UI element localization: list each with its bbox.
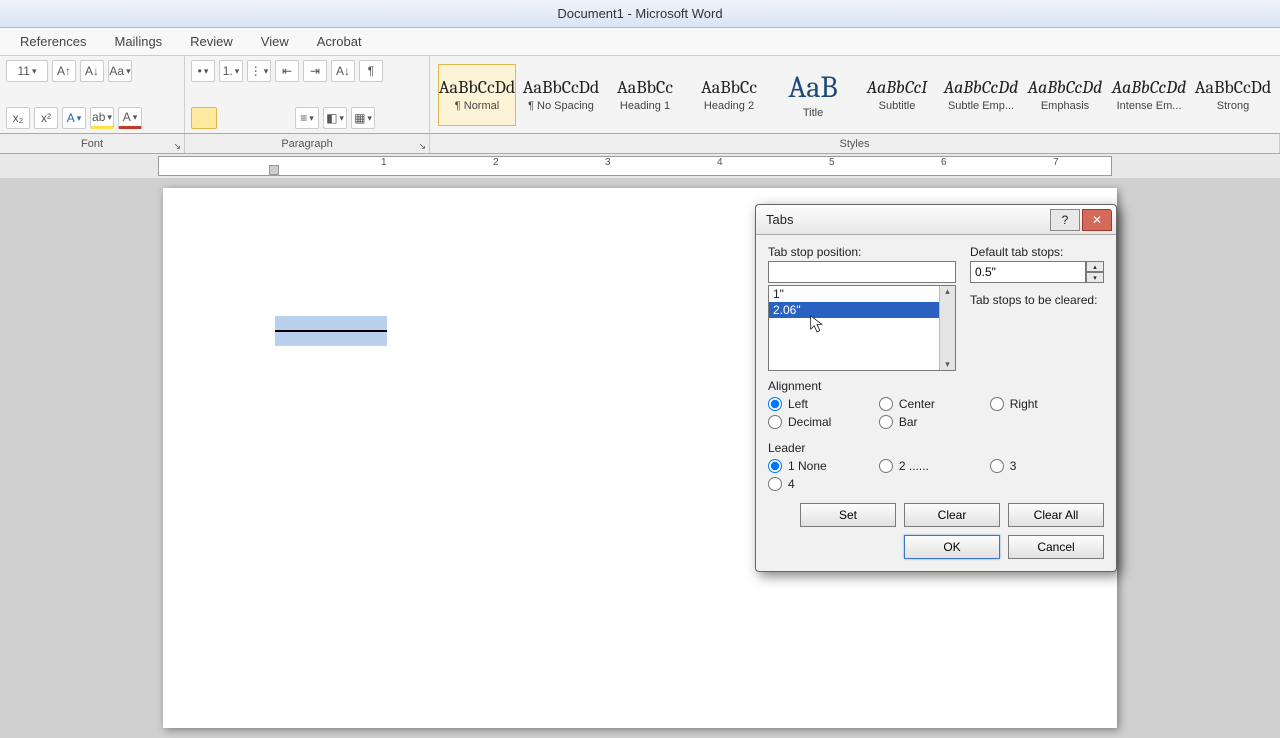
superscript-button[interactable]: x² (34, 107, 58, 129)
group-paragraph: Paragraph↘ (185, 134, 430, 153)
sort-button[interactable]: A↓ (331, 60, 355, 82)
ribbon: 11 A↑ A↓ Aa x₂ x² A ab A • 1. ⋮ ⇤ ⇥ A↓ ¶… (0, 56, 1280, 134)
ruler-tick: 1 (381, 157, 387, 168)
tab-stop-position-input[interactable] (768, 261, 956, 283)
tab-review[interactable]: Review (190, 34, 233, 49)
font-dialog-launcher[interactable]: ↘ (173, 141, 181, 152)
paragraph-dialog-launcher[interactable]: ↘ (418, 141, 426, 152)
borders-button[interactable]: ▦ (351, 107, 375, 129)
style--normal[interactable]: AaBbCcDd¶ Normal (438, 64, 516, 126)
text-effects-button[interactable]: A (62, 107, 86, 129)
ruler-tick: 6 (941, 157, 947, 168)
style-heading-2[interactable]: AaBbCcHeading 2 (690, 64, 768, 126)
tab-stop-position-label: Tab stop position: (768, 245, 956, 259)
leader-2[interactable]: 3 (990, 459, 1101, 473)
leader-label: Leader (768, 441, 1104, 455)
style-strong[interactable]: AaBbCcDdStrong (1194, 64, 1272, 126)
style--no-spacing[interactable]: AaBbCcDd¶ No Spacing (522, 64, 600, 126)
set-button[interactable]: Set (800, 503, 896, 527)
shading-swatch[interactable] (191, 107, 217, 129)
ruler-tick: 2 (493, 157, 499, 168)
alignment-right[interactable]: Right (990, 397, 1101, 411)
highlight-button[interactable]: ab (90, 107, 114, 129)
style-subtle-emp-[interactable]: AaBbCcDdSubtle Emp... (942, 64, 1020, 126)
group-styles: Styles (430, 134, 1280, 153)
shrink-font-button[interactable]: A↓ (80, 60, 104, 82)
font-size-dropdown[interactable]: 11 (6, 60, 48, 82)
leader-1[interactable]: 2 ...... (879, 459, 990, 473)
style-emphasis[interactable]: AaBbCcDdEmphasis (1026, 64, 1104, 126)
alignment-bar[interactable]: Bar (879, 415, 990, 429)
tab-references[interactable]: References (20, 34, 86, 49)
alignment-decimal[interactable]: Decimal (768, 415, 879, 429)
leader-0[interactable]: 1 None (768, 459, 879, 473)
listbox-scrollbar[interactable]: ▴▾ (939, 286, 955, 370)
leader-3[interactable]: 4 (768, 477, 879, 491)
indent-marker[interactable] (269, 165, 279, 175)
ruler-tick: 4 (717, 157, 723, 168)
group-font: Font↘ (0, 134, 185, 153)
styles-gallery[interactable]: AaBbCcDd¶ NormalAaBbCcDd¶ No SpacingAaBb… (430, 56, 1280, 133)
horizontal-ruler[interactable]: 1 2 3 4 5 6 7 (158, 156, 1112, 176)
to-be-cleared-label: Tab stops to be cleared: (970, 293, 1104, 307)
leader-radios: 1 None2 ......3 4 (768, 459, 1104, 495)
selected-tab-line (275, 316, 387, 346)
grow-font-button[interactable]: A↑ (52, 60, 76, 82)
clear-all-button[interactable]: Clear All (1008, 503, 1104, 527)
decrease-indent-button[interactable]: ⇤ (275, 60, 299, 82)
tab-mailings[interactable]: Mailings (114, 34, 162, 49)
dialog-title: Tabs (766, 212, 793, 227)
font-color-button[interactable]: A (118, 107, 142, 129)
tab-view[interactable]: View (261, 34, 289, 49)
dialog-titlebar[interactable]: Tabs ? ✕ (756, 205, 1116, 235)
default-tab-stops-input[interactable] (970, 261, 1086, 283)
style-heading-1[interactable]: AaBbCcHeading 1 (606, 64, 684, 126)
ribbon-tabs: References Mailings Review View Acrobat (0, 28, 1280, 56)
shading-button[interactable]: ◧ (323, 107, 347, 129)
alignment-center[interactable]: Center (879, 397, 990, 411)
multilevel-list-button[interactable]: ⋮ (247, 60, 271, 82)
list-item[interactable]: 2.06" (769, 302, 955, 318)
alignment-radios: LeftCenterRight DecimalBar (768, 397, 1104, 433)
ok-button[interactable]: OK (904, 535, 1000, 559)
help-button[interactable]: ? (1050, 209, 1080, 231)
default-tab-stops-spinner[interactable]: ▴▾ (1086, 261, 1104, 283)
style-subtitle[interactable]: AaBbCcISubtitle (858, 64, 936, 126)
tab-stop-listbox[interactable]: 1"2.06"▴▾ (768, 285, 956, 371)
tab-acrobat[interactable]: Acrobat (317, 34, 362, 49)
style-intense-em-[interactable]: AaBbCcDdIntense Em... (1110, 64, 1188, 126)
list-item[interactable]: 1" (769, 286, 955, 302)
ruler-tick: 5 (829, 157, 835, 168)
subscript-button[interactable]: x₂ (6, 107, 30, 129)
default-tab-stops-label: Default tab stops: (970, 245, 1104, 259)
ruler-area: 1 2 3 4 5 6 7 (0, 154, 1280, 178)
change-case-button[interactable]: Aa (108, 60, 132, 82)
tabs-dialog: Tabs ? ✕ Tab stop position: 1"2.06"▴▾ De… (755, 204, 1117, 572)
ribbon-group-labels: Font↘ Paragraph↘ Styles (0, 134, 1280, 154)
line-spacing-button[interactable]: ≡ (295, 107, 319, 129)
title-bar: Document1 - Microsoft Word (0, 0, 1280, 28)
clear-button[interactable]: Clear (904, 503, 1000, 527)
window-title: Document1 - Microsoft Word (557, 6, 722, 21)
show-marks-button[interactable]: ¶ (359, 60, 383, 82)
ruler-tick: 7 (1053, 157, 1059, 168)
increase-indent-button[interactable]: ⇥ (303, 60, 327, 82)
style-title[interactable]: AaBTitle (774, 64, 852, 126)
numbering-button[interactable]: 1. (219, 60, 243, 82)
alignment-label: Alignment (768, 379, 1104, 393)
close-button[interactable]: ✕ (1082, 209, 1112, 231)
alignment-left[interactable]: Left (768, 397, 879, 411)
cancel-button[interactable]: Cancel (1008, 535, 1104, 559)
bullets-button[interactable]: • (191, 60, 215, 82)
ruler-tick: 3 (605, 157, 611, 168)
